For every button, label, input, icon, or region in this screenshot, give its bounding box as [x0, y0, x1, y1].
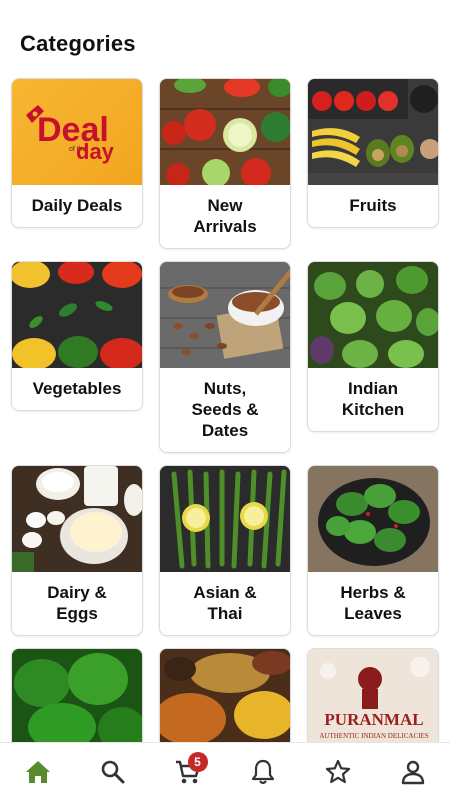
category-card-indian-kitchen[interactable]: Indian Kitchen — [307, 261, 439, 432]
nav-notifications[interactable] — [243, 752, 283, 792]
indian-kitchen-image — [308, 262, 438, 368]
category-label: Vegetables — [32, 379, 122, 398]
star-icon — [325, 759, 350, 783]
greens-image — [12, 649, 142, 747]
category-label: Dairy & Eggs — [47, 583, 107, 623]
category-card-greens[interactable] — [11, 648, 143, 748]
new-arrivals-image — [160, 79, 290, 185]
category-card-puranmal[interactable]: PURANMAL AUTHENTIC INDIAN DELICACIES — [307, 648, 439, 748]
page-title: Categories — [20, 31, 136, 56]
category-card-nuts-seeds-dates[interactable]: Nuts, Seeds & Dates — [159, 261, 291, 453]
bottom-navigation: 5 — [0, 742, 450, 800]
search-icon — [101, 760, 124, 783]
category-label: Nuts, Seeds & Dates — [191, 379, 259, 440]
category-card-fruits[interactable]: Fruits — [307, 78, 439, 228]
deal-logo-day: day — [76, 139, 115, 164]
nav-profile[interactable] — [393, 752, 433, 792]
nuts-image — [160, 262, 290, 368]
vegetables-image — [12, 262, 142, 368]
category-card-new-arrivals[interactable]: New Arrivals — [159, 78, 291, 249]
nav-search[interactable] — [93, 752, 133, 792]
bell-icon — [251, 759, 274, 784]
spices-image — [160, 649, 290, 747]
dairy-image — [12, 466, 142, 572]
puranmal-image: PURANMAL AUTHENTIC INDIAN DELICACIES — [308, 649, 438, 747]
category-card-dairy-eggs[interactable]: Dairy & Eggs — [11, 465, 143, 636]
category-label: Daily Deals — [31, 196, 123, 215]
category-label: Fruits — [349, 196, 397, 215]
nav-home[interactable] — [18, 752, 58, 792]
puranmal-logo-tagline: AUTHENTIC INDIAN DELICACIES — [319, 732, 428, 740]
category-label: New Arrivals — [193, 196, 257, 236]
category-card-vegetables[interactable]: Vegetables — [11, 261, 143, 411]
fruits-image — [308, 79, 438, 185]
category-label: Herbs & Leaves — [340, 583, 406, 623]
category-label: Asian & Thai — [193, 583, 257, 623]
nav-favorites[interactable] — [318, 752, 358, 792]
daily-deals-image: Deal of the day — [12, 79, 142, 185]
home-icon — [25, 760, 50, 783]
herbs-image — [308, 466, 438, 572]
category-card-spices[interactable] — [159, 648, 291, 748]
asian-thai-image — [160, 466, 290, 572]
cart-badge: 5 — [187, 751, 208, 772]
category-label: Indian Kitchen — [341, 379, 405, 419]
profile-icon — [401, 760, 424, 784]
nav-cart[interactable]: 5 — [168, 751, 208, 792]
category-card-herbs-leaves[interactable]: Herbs & Leaves — [307, 465, 439, 636]
puranmal-logo-name: PURANMAL — [324, 710, 423, 729]
category-card-asian-thai[interactable]: Asian & Thai — [159, 465, 291, 636]
category-card-daily-deals[interactable]: Deal of the day Daily Deals — [11, 78, 143, 228]
